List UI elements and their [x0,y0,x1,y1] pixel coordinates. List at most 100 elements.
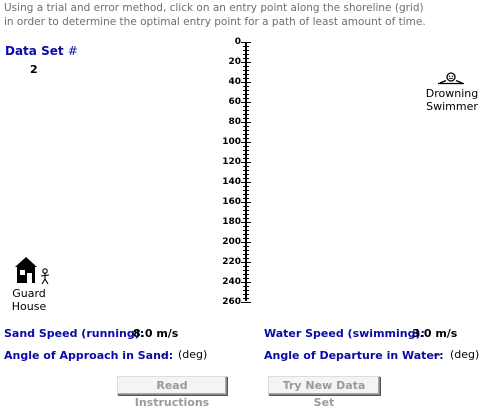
grid-minor-tick[interactable] [243,146,249,147]
grid-tick-label: 220 [222,257,241,267]
grid-minor-tick[interactable] [243,170,249,171]
sand-speed-label: Sand Speed (running): [4,327,145,340]
grid-major-tick[interactable] [241,162,251,163]
grid-major-tick[interactable] [241,242,251,243]
grid-minor-tick[interactable] [243,134,249,135]
grid-minor-tick[interactable] [243,254,249,255]
grid-minor-tick[interactable] [243,150,249,151]
instructions-line-2: in order to determine the optimal entry … [4,16,426,28]
swimmer-label-line-2: Swimmer [426,100,478,113]
grid-minor-tick[interactable] [243,158,249,159]
grid-minor-tick[interactable] [243,214,249,215]
grid-tick-label: 240 [222,277,241,287]
read-instructions-button[interactable]: Read Instructions [117,376,227,409]
grid-minor-tick[interactable] [243,46,249,47]
grid-minor-tick[interactable] [243,194,249,195]
grid-major-tick[interactable] [241,202,251,203]
grid-minor-tick[interactable] [243,278,249,279]
grid-major-tick[interactable] [241,102,251,103]
grid-minor-tick[interactable] [243,246,249,247]
grid-major-tick[interactable] [241,222,251,223]
try-new-data-set-button[interactable]: Try New Data Set [268,376,380,409]
grid-minor-tick[interactable] [243,250,249,251]
grid-minor-tick[interactable] [243,298,249,299]
grid-tick-label: 200 [222,237,241,247]
grid-tick-label: 120 [222,157,241,167]
grid-tick-label: 80 [228,117,241,127]
grid-minor-tick[interactable] [243,266,249,267]
dataset-label: Data Set # [5,44,78,58]
grid-minor-tick[interactable] [243,126,249,127]
grid-minor-tick[interactable] [243,78,249,79]
grid-minor-tick[interactable] [243,130,249,131]
grid-minor-tick[interactable] [243,286,249,287]
grid-minor-tick[interactable] [243,50,249,51]
grid-minor-tick[interactable] [243,174,249,175]
grid-major-tick[interactable] [241,122,251,123]
grid-tick-label: 40 [228,77,241,87]
grid-minor-tick[interactable] [243,294,249,295]
grid-minor-tick[interactable] [243,106,249,107]
water-speed-label: Water Speed (swimming): [264,327,425,340]
grid-minor-tick[interactable] [243,118,249,119]
grid-tick-label: 180 [222,217,241,227]
grid-minor-tick[interactable] [243,66,249,67]
grid-minor-tick[interactable] [243,178,249,179]
approach-angle-label: Angle of Approach in Sand: [4,349,174,362]
water-speed-value: 3.0 m/s [412,327,458,340]
grid-minor-tick[interactable] [243,98,249,99]
grid-minor-tick[interactable] [243,110,249,111]
grid-major-tick[interactable] [241,282,251,283]
grid-tick-label: 60 [228,97,241,107]
grid-minor-tick[interactable] [243,94,249,95]
grid-minor-tick[interactable] [243,234,249,235]
grid-major-tick[interactable] [241,302,251,303]
guard-house-label: Guard House [4,287,54,313]
grid-major-tick[interactable] [241,182,251,183]
grid-minor-tick[interactable] [243,186,249,187]
grid-minor-tick[interactable] [243,138,249,139]
grid-minor-tick[interactable] [243,274,249,275]
dataset-label-text: Data Set [5,44,64,58]
grid-major-tick[interactable] [241,82,251,83]
grid-minor-tick[interactable] [243,198,249,199]
grid-minor-tick[interactable] [243,74,249,75]
shoreline-grid[interactable]: 0 20 40 60 80 100 120 140 160 180 200 220 240 260 [215,36,265,308]
grid-tick-label: 0 [234,37,241,47]
grid-minor-tick[interactable] [243,90,249,91]
grid-minor-tick[interactable] [243,270,249,271]
grid-tick-label: 260 [222,297,241,307]
grid-minor-tick[interactable] [243,210,249,211]
grid-tick-label: 160 [222,197,241,207]
grid-minor-tick[interactable] [243,154,249,155]
guard-label-line-1: Guard [12,287,46,300]
dataset-number: 2 [30,63,38,76]
grid-tick-label: 140 [222,177,241,187]
grid-minor-tick[interactable] [243,230,249,231]
sand-speed-value: 8.0 m/s [133,327,179,340]
instructions-line-1: Using a trial and error method, click on… [4,2,424,14]
grid-minor-tick[interactable] [243,58,249,59]
instructions-text: Using a trial and error method, click on… [4,1,492,29]
grid-minor-tick[interactable] [243,290,249,291]
grid-major-tick[interactable] [241,42,251,43]
grid-minor-tick[interactable] [243,226,249,227]
grid-minor-tick[interactable] [243,70,249,71]
approach-angle-value: -- [161,348,169,361]
grid-minor-tick[interactable] [243,190,249,191]
guard-house-icon [15,257,50,285]
grid-tick-label: 100 [222,137,241,147]
grid-minor-tick[interactable] [243,206,249,207]
grid-minor-tick[interactable] [243,218,249,219]
grid-minor-tick[interactable] [243,86,249,87]
approach-angle-unit: (deg) [178,348,208,361]
grid-major-tick[interactable] [241,62,251,63]
grid-major-tick[interactable] [241,142,251,143]
drowning-swimmer-icon [438,72,464,85]
grid-minor-tick[interactable] [243,238,249,239]
grid-major-tick[interactable] [241,262,251,263]
grid-minor-tick[interactable] [243,114,249,115]
grid-minor-tick[interactable] [243,166,249,167]
grid-minor-tick[interactable] [243,258,249,259]
grid-minor-tick[interactable] [243,54,249,55]
